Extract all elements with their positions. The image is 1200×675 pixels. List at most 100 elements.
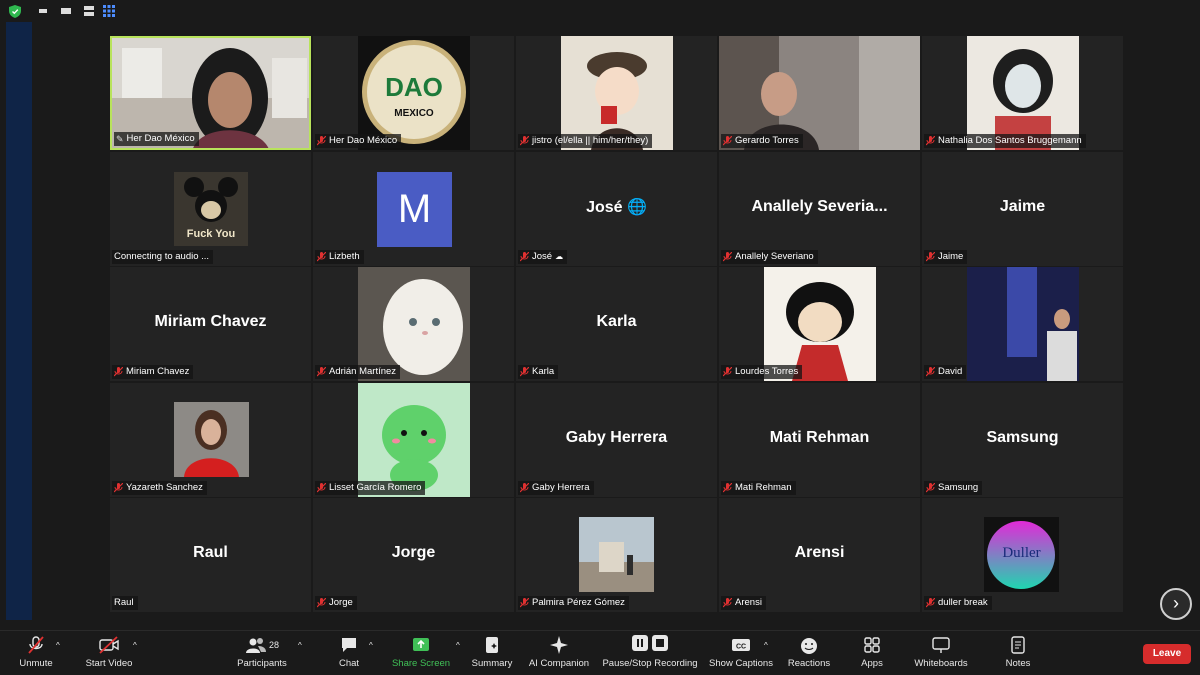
participant-tile[interactable]: Lisset García Romero [313,383,514,497]
participant-name-label: Raul [112,596,138,610]
muted-microphone-icon [926,598,935,608]
muted-microphone-icon [723,367,732,377]
start-video-label: Start Video [85,658,133,669]
participant-name: Gaby Herrera [532,482,590,493]
participant-tile[interactable]: Arensi Arensi [719,498,920,612]
muted-microphone-icon [114,483,123,493]
share-options-chevron[interactable]: ^ [456,641,460,650]
participant-tile[interactable]: DAO MEXICO Her Dao México [313,36,514,150]
svg-text:MEXICO: MEXICO [394,108,434,119]
pause-stop-recording-button[interactable]: Pause/Stop Recording [600,635,700,669]
summary-button[interactable]: Summary [468,635,516,669]
participant-name-label: Jorge [315,596,357,610]
leave-button[interactable]: Leave [1143,644,1191,664]
participant-tile[interactable]: Samsung Samsung [922,383,1123,497]
participant-name-label: Lizbeth [315,250,364,264]
muted-microphone-icon [317,252,326,262]
participant-tile[interactable]: Jaime Jaime [922,152,1123,266]
participant-tile[interactable]: Yazareth Sanchez [110,383,311,497]
window-layout-icon[interactable] [60,5,72,17]
participant-tile[interactable]: Gerardo Torres [719,36,920,150]
participant-name-label: Connecting to audio ... [112,250,214,264]
participant-avatar: Duller [984,517,1059,592]
chat-icon [342,638,356,652]
participant-tile[interactable]: Nathalia Dos Santos Bruggemann [922,36,1123,150]
participant-tile[interactable]: M Lizbeth [313,152,514,266]
security-shield-icon[interactable] [9,5,21,18]
participant-tile[interactable]: David [922,267,1123,381]
ai-companion-button[interactable]: AI Companion [526,635,592,669]
start-video-button[interactable]: Start Video [82,635,136,669]
participant-name-label: Miriam Chavez [112,365,194,379]
participant-tile[interactable]: Palmira Pérez Gómez [516,498,717,612]
notes-label: Notes [1005,658,1031,669]
recording-label: Pause/Stop Recording [602,658,698,669]
muted-microphone-icon [520,252,529,262]
summary-icon [486,637,498,653]
hand-emoji-icon: ☁ [555,252,564,261]
participant-name-label: ✎ Her Dao México [114,132,199,146]
unmute-label: Unmute [19,658,53,669]
participant-display-name: Jaime [999,198,1046,216]
apps-button[interactable]: Apps [856,635,888,669]
participant-tile[interactable]: Mati Rehman Mati Rehman [719,383,920,497]
chat-options-chevron[interactable]: ^ [369,641,373,650]
participant-tile[interactable]: Lourdes Torres [719,267,920,381]
muted-microphone-icon [520,598,529,608]
chat-button[interactable]: Chat [334,635,364,669]
participant-video [966,267,1079,381]
participant-tile[interactable]: Gaby Herrera Gaby Herrera [516,383,717,497]
next-page-button[interactable]: › [1160,588,1192,620]
muted-microphone-icon [114,367,123,377]
participant-name: Mati Rehman [735,482,792,493]
reactions-button[interactable]: Reactions [786,635,832,669]
muted-microphone-icon [520,367,529,377]
participant-name-label: Adrián Martínez [315,365,401,379]
participant-tile[interactable]: jistro (el/ella || him/her/they) [516,36,717,150]
participants-options-chevron[interactable]: ^ [298,641,302,650]
gallery-view-icon[interactable] [103,5,115,17]
unmute-button[interactable]: Unmute [14,635,58,669]
summary-label: Summary [471,658,513,669]
participant-display-name: Gaby Herrera [565,429,668,447]
participant-tile[interactable]: José 🌐 José ☁ [516,152,717,266]
captions-icon: CC [732,639,750,651]
participant-tile[interactable]: Fuck You Connecting to audio ... [110,152,311,266]
participant-tile[interactable]: Raul Raul [110,498,311,612]
participant-name: Raul [114,597,134,608]
speaker-view-icon[interactable] [83,5,95,17]
muted-microphone-icon [317,136,326,146]
share-screen-icon [413,638,429,651]
minimize-window-icon[interactable] [38,5,48,17]
notes-button[interactable]: Notes [1000,635,1036,669]
muted-microphone-icon [926,252,935,262]
whiteboard-icon [932,637,950,653]
muted-microphone-icon [723,252,732,262]
participant-name: Her Dao México [126,133,195,144]
video-options-chevron[interactable]: ^ [133,641,137,650]
svg-text:DAO: DAO [385,72,443,102]
participant-video [560,36,673,150]
participant-name-label: Yazareth Sanchez [112,481,207,495]
ai-sparkle-icon [550,636,568,654]
captions-options-chevron[interactable]: ^ [764,641,768,650]
apps-icon [864,637,880,653]
participant-tile[interactable]: Karla Karla [516,267,717,381]
participant-avatar [579,517,654,592]
participant-tile[interactable]: ✎ Her Dao México [110,36,311,150]
participant-tile[interactable]: Anallely Severia... Anallely Severiano [719,152,920,266]
participant-tile[interactable]: Duller duller break [922,498,1123,612]
participant-tile[interactable]: Jorge Jorge [313,498,514,612]
participant-tile[interactable]: Miriam Chavez Miriam Chavez [110,267,311,381]
participants-button[interactable]: 28 Participants [234,635,290,669]
side-strip [6,22,32,620]
participant-name-label: Nathalia Dos Santos Bruggemann [924,134,1086,148]
participant-tile[interactable]: Adrián Martínez [313,267,514,381]
muted-microphone-icon [317,598,326,608]
share-screen-button[interactable]: Share Screen [390,635,452,669]
pin-icon: ✎ [116,134,124,144]
svg-text:CC: CC [736,644,746,651]
audio-options-chevron[interactable]: ^ [56,641,60,650]
avatar-caption: Duller [1002,545,1041,561]
whiteboards-button[interactable]: Whiteboards [910,635,972,669]
